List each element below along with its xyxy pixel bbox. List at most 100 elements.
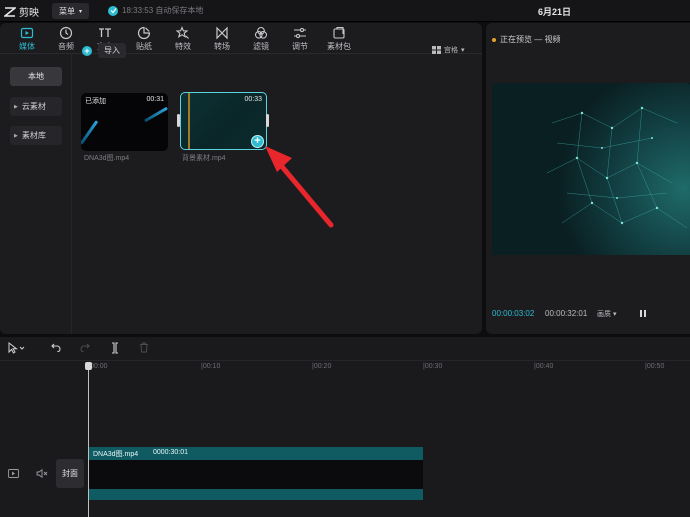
clip-duration: 00:31 xyxy=(146,96,164,103)
clip-trim-handle-right[interactable] xyxy=(266,114,269,127)
tab-label: 滤镜 xyxy=(253,42,269,51)
clip-added-tag: 已添加 xyxy=(85,98,106,105)
tab-label: 特效 xyxy=(175,42,191,51)
split-icon[interactable] xyxy=(110,342,120,358)
sidebar-item-local[interactable]: 本地 xyxy=(10,67,62,86)
caret-right-icon: ▶ xyxy=(14,132,18,139)
transition-icon xyxy=(216,26,228,40)
effects-icon xyxy=(176,26,189,39)
app-name: 剪映 xyxy=(19,8,39,19)
timeline-clip-audio-strip xyxy=(89,489,423,500)
status-dot-icon xyxy=(492,37,496,42)
project-date: 6月21日 xyxy=(538,7,572,17)
redo-icon[interactable] xyxy=(80,342,90,356)
timeline-ruler[interactable]: 00:00 |00:10 |00:20 |00:30 |00:40 |00:50 xyxy=(88,361,690,375)
preview-panel: 正在预览 — 视频 00:00:03:02 00:00:32:01 画质 ▾ xyxy=(486,23,690,334)
plus-icon: + xyxy=(82,45,92,56)
tab-effects[interactable]: 特效 xyxy=(166,26,200,52)
preview-video[interactable] xyxy=(492,83,690,255)
undo-icon[interactable] xyxy=(51,342,61,356)
save-status-text: 18:33:53 自动保存本地 xyxy=(122,6,204,15)
total-time: 00:00:32:01 xyxy=(545,309,588,318)
save-status: 18:33:53 自动保存本地 xyxy=(108,5,203,16)
sticker-icon xyxy=(137,26,151,40)
tab-label: 音频 xyxy=(58,42,74,51)
sidebar-item-label: 素材库 xyxy=(21,131,46,140)
material-pack-icon xyxy=(333,26,345,39)
grid-icon xyxy=(432,46,441,54)
tab-sticker[interactable]: 贴纸 xyxy=(127,26,161,52)
clip-trim-handle-left[interactable] xyxy=(177,114,180,127)
tab-material-pack[interactable]: 素材包 xyxy=(322,26,356,52)
ruler-tick: |00:40 xyxy=(534,363,554,370)
import-label: 导入 xyxy=(98,43,126,58)
tab-label: 贴纸 xyxy=(136,42,152,51)
ruler-tick: |00:10 xyxy=(201,363,221,370)
view-mode-label: 宫格 xyxy=(444,47,458,54)
cover-button[interactable]: 封面 xyxy=(56,459,84,488)
tab-label: 转场 xyxy=(214,42,230,51)
delete-icon[interactable] xyxy=(139,342,149,357)
tab-label: 媒体 xyxy=(19,42,35,51)
add-to-track-button[interactable]: + xyxy=(251,135,264,148)
sidebar-item-library[interactable]: ▶ 素材库 xyxy=(10,126,62,145)
clip-name: DNA3d图.mp4 xyxy=(84,155,130,162)
sidebar-item-label: 本地 xyxy=(28,72,44,81)
media-sidebar: 本地 ▶ 云素材 ▶ 素材库 xyxy=(0,55,72,334)
timeline-clip[interactable]: DNA3d图.mp4 0000:30:01 xyxy=(89,447,423,500)
title-bar: 剪映 菜单 ▾ 18:33:53 自动保存本地 6月21日 xyxy=(0,0,690,22)
sidebar-item-label: 云素材 xyxy=(21,102,46,111)
menu-button[interactable]: 菜单 ▾ xyxy=(52,3,89,19)
clip-thumbnail-streak xyxy=(81,120,99,145)
playhead-handle[interactable] xyxy=(85,362,92,370)
cover-label: 封面 xyxy=(62,469,78,478)
current-time: 00:00:03:02 xyxy=(492,309,535,318)
ruler-tick: |00:20 xyxy=(312,363,332,370)
tab-media[interactable]: 媒体 xyxy=(10,26,44,52)
category-toolbar: 媒体 音频 文本 贴纸 特效 转场 滤镜 调节 xyxy=(0,23,482,54)
track-mute-icon[interactable] xyxy=(36,468,48,480)
audio-icon xyxy=(59,26,73,40)
capcut-logo-icon xyxy=(2,6,18,18)
text-icon xyxy=(99,28,111,37)
tab-filter[interactable]: 滤镜 xyxy=(244,26,278,52)
track-visibility-icon[interactable] xyxy=(8,469,19,480)
check-icon xyxy=(108,5,118,16)
timeline-toolbar xyxy=(0,337,690,361)
pause-button[interactable] xyxy=(640,310,646,317)
media-clip[interactable]: 已添加 00:31 xyxy=(81,93,168,151)
clip-preview-playhead xyxy=(188,93,190,149)
ruler-tick: |00:30 xyxy=(423,363,443,370)
app-logo: 剪映 xyxy=(2,4,39,19)
preview-title-text: 正在预览 — 视频 xyxy=(500,35,561,44)
clip-name: 背景素材.mp4 xyxy=(182,155,226,162)
video-frame-image xyxy=(492,83,690,255)
quality-label: 画质 xyxy=(597,311,611,318)
quality-dropdown[interactable]: 画质 ▾ xyxy=(597,309,616,319)
adjust-icon xyxy=(294,27,306,39)
media-icon xyxy=(20,27,34,39)
preview-title: 正在预览 — 视频 xyxy=(492,34,560,45)
view-mode-dropdown[interactable]: 宫格 ▾ xyxy=(432,45,465,55)
chevron-down-icon: ▾ xyxy=(461,47,465,54)
filter-icon xyxy=(254,26,268,39)
tab-audio[interactable]: 音频 xyxy=(49,26,83,52)
menu-label: 菜单 xyxy=(58,6,75,16)
ruler-tick: |00:50 xyxy=(645,363,665,370)
tab-adjust[interactable]: 调节 xyxy=(283,26,317,52)
timeline-clip-duration: 0000:30:01 xyxy=(153,449,189,456)
select-tool-icon[interactable] xyxy=(8,341,26,358)
sidebar-item-cloud[interactable]: ▶ 云素材 xyxy=(10,97,62,116)
timeline-clip-name: DNA3d图.mp4 xyxy=(93,451,139,458)
ruler-tick: 00:00 xyxy=(90,363,108,370)
timeline-clip-header: DNA3d图.mp4 0000:30:01 xyxy=(89,447,423,460)
tab-label: 调节 xyxy=(292,42,308,51)
clip-thumbnail-streak xyxy=(143,106,168,123)
tab-transition[interactable]: 转场 xyxy=(205,26,239,52)
tab-label: 素材包 xyxy=(327,42,351,51)
media-panel: 媒体 音频 文本 贴纸 特效 转场 滤镜 调节 xyxy=(0,23,482,334)
clip-duration: 00:33 xyxy=(244,96,262,103)
chevron-down-icon: ▾ xyxy=(78,8,82,15)
caret-right-icon: ▶ xyxy=(14,103,18,110)
import-button[interactable]: + 导入 xyxy=(82,43,126,58)
